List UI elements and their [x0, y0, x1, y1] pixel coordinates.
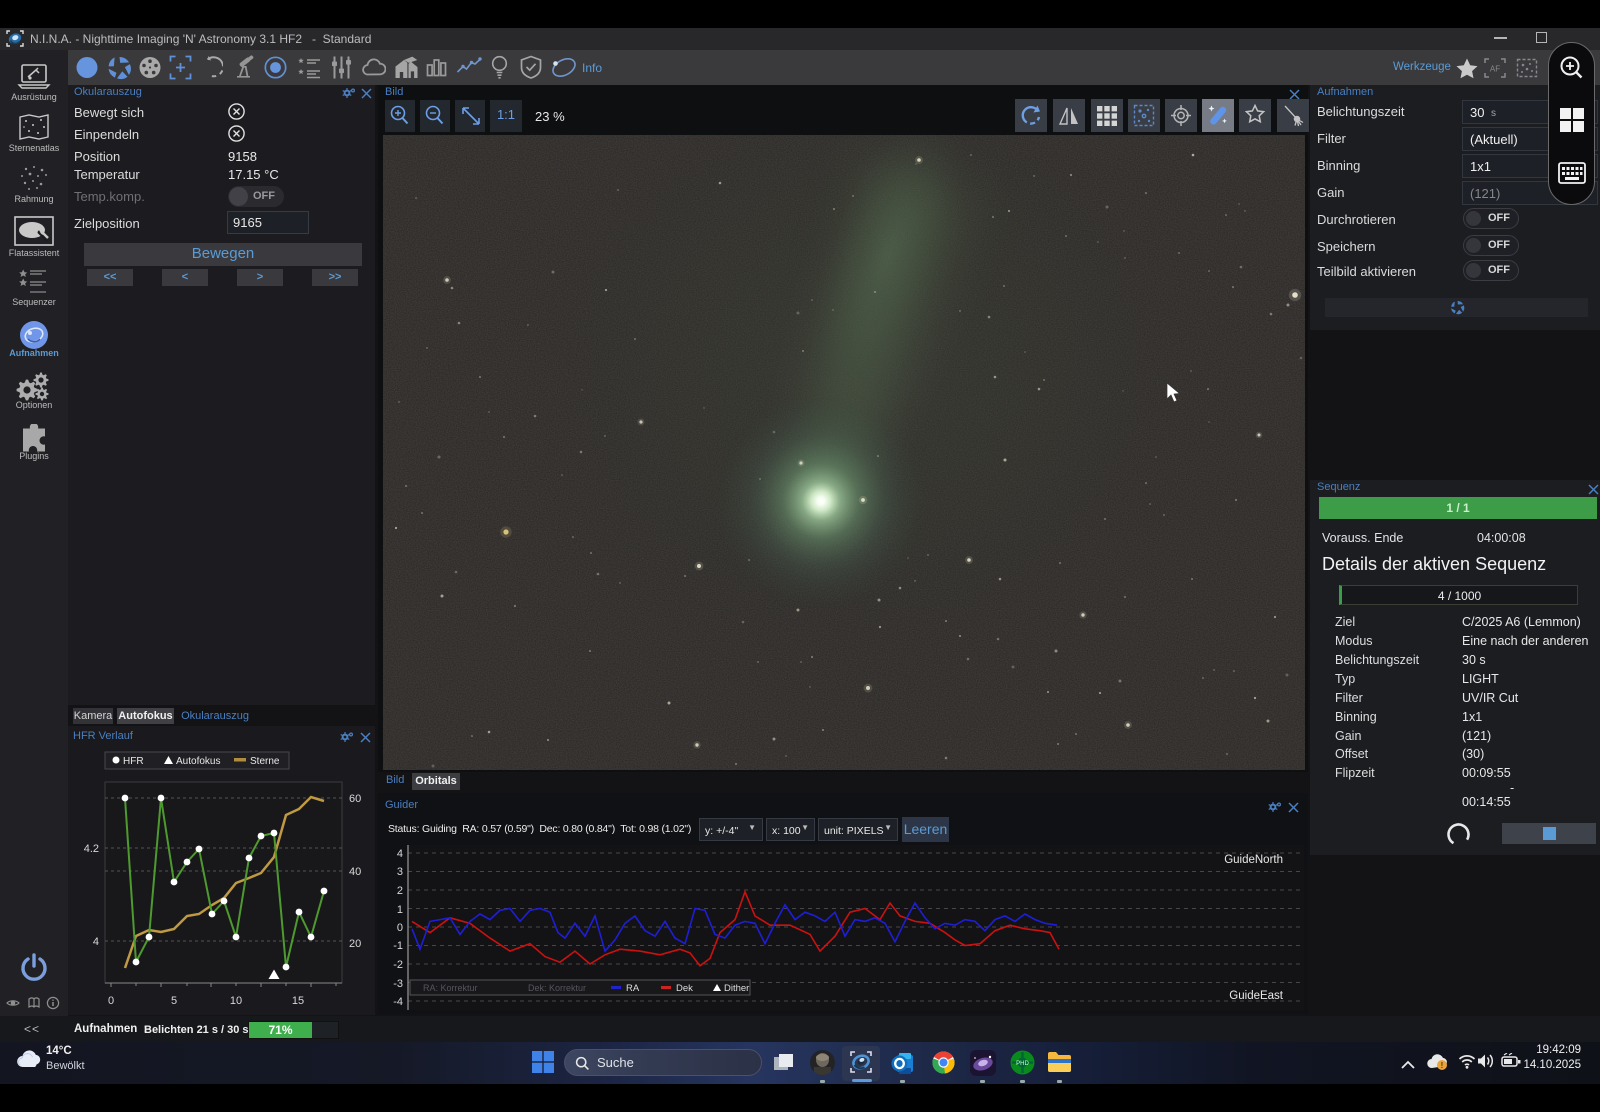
svg-text:AF: AF [1490, 65, 1500, 74]
svg-text:4: 4 [93, 936, 99, 948]
svg-text:1: 1 [397, 904, 403, 916]
svg-text:Sterne: Sterne [250, 756, 280, 767]
svg-text:5: 5 [171, 995, 177, 1007]
svg-text:Dek: Dek [676, 983, 693, 994]
svg-text:15: 15 [292, 995, 304, 1007]
svg-text:10: 10 [230, 995, 242, 1007]
svg-text:Autofokus: Autofokus [176, 756, 220, 767]
svg-text:Dek: Korrektur: Dek: Korrektur [528, 983, 586, 993]
svg-text:40: 40 [349, 866, 361, 878]
svg-text:GuideNorth: GuideNorth [1224, 854, 1283, 866]
svg-text:-1: -1 [393, 940, 403, 952]
svg-text:-2: -2 [393, 959, 403, 971]
svg-text:20: 20 [349, 938, 361, 950]
svg-text:2: 2 [397, 885, 403, 897]
svg-text:-4: -4 [393, 996, 403, 1008]
svg-text:RA: Korrektur: RA: Korrektur [423, 983, 478, 993]
svg-text:RA: RA [626, 983, 640, 994]
svg-text:PHD: PHD [1016, 1061, 1029, 1067]
svg-text:!: ! [1441, 1061, 1444, 1070]
svg-text:Dither: Dither [724, 983, 749, 994]
svg-text:60: 60 [349, 793, 361, 805]
svg-text:3: 3 [397, 866, 403, 878]
svg-text:HFR: HFR [123, 756, 144, 767]
svg-text:4: 4 [397, 848, 403, 860]
svg-text:4.2: 4.2 [84, 843, 99, 855]
svg-text:0: 0 [397, 922, 403, 934]
svg-text:0: 0 [108, 995, 114, 1007]
svg-text:-3: -3 [393, 978, 403, 990]
svg-text:GuideEast: GuideEast [1229, 990, 1284, 1002]
